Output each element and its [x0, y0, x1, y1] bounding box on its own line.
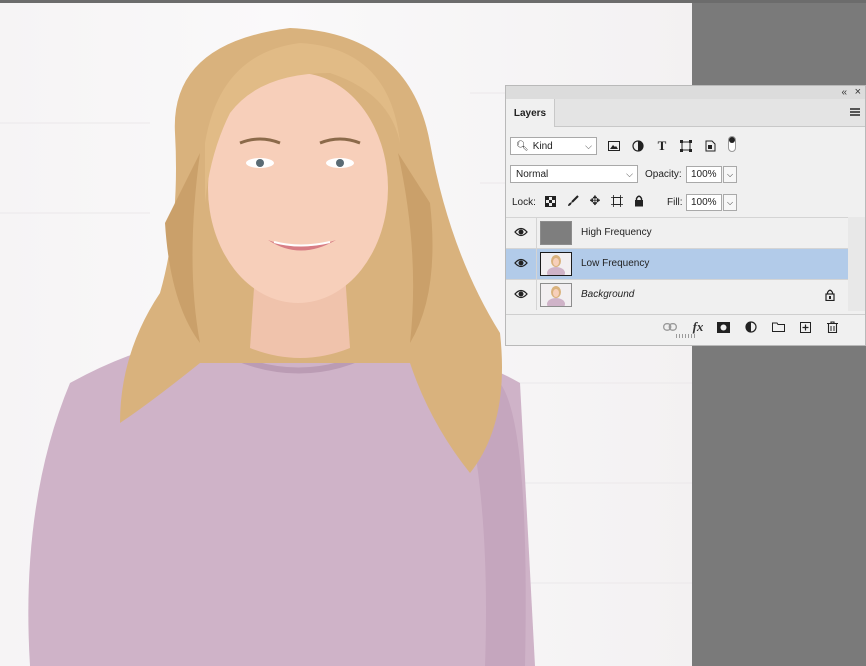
lock-icon: [825, 289, 837, 302]
panel-menu-icon[interactable]: [850, 108, 860, 116]
link-layers-icon[interactable]: [662, 319, 678, 335]
lock-all-icon[interactable]: [631, 193, 647, 209]
shape-layer-filter-icon[interactable]: [678, 138, 694, 154]
new-layer-icon[interactable]: [797, 319, 813, 335]
double-chevron-left-icon[interactable]: «: [841, 87, 847, 98]
chevron-down-icon: ⌵: [585, 141, 592, 151]
chevron-down-icon: ⌵: [726, 169, 734, 179]
layer-list-scrollbar[interactable]: [848, 217, 865, 311]
panel-title-bar[interactable]: « ×: [506, 86, 865, 99]
type-layer-filter-icon[interactable]: T: [654, 138, 670, 154]
fill-value: 100%: [691, 197, 717, 208]
lock-position-icon[interactable]: ✥: [587, 193, 603, 209]
layer-name: Low Frequency: [581, 258, 650, 269]
layer-list: High Frequency Low Frequency Background: [506, 217, 849, 311]
eye-icon[interactable]: [514, 288, 530, 302]
folder-icon[interactable]: [770, 319, 786, 335]
layers-panel: « × Layers 🔍︎ Kind ⌵ T Normal ⌵ Opacity:…: [505, 85, 866, 346]
lock-transparent-pixels-icon[interactable]: [542, 193, 558, 209]
opacity-input[interactable]: 100%: [686, 166, 722, 183]
layer-row-low-frequency[interactable]: Low Frequency: [506, 248, 849, 279]
fill-input[interactable]: 100%: [686, 194, 722, 211]
opacity-value: 100%: [691, 169, 717, 180]
tab-layers[interactable]: Layers: [506, 99, 555, 127]
lock-artboard-icon[interactable]: [609, 193, 625, 209]
layer-thumbnail: [540, 252, 572, 276]
divider: [536, 249, 537, 279]
chevron-down-icon: ⌵: [726, 197, 734, 207]
layer-thumbnail: [540, 283, 572, 307]
layer-name: Background: [581, 289, 635, 300]
eye-icon[interactable]: [514, 257, 530, 271]
smart-object-filter-icon[interactable]: [702, 138, 718, 154]
filter-toggle-icon[interactable]: [728, 136, 736, 152]
resize-grip[interactable]: [676, 334, 696, 338]
chevron-down-icon: ⌵: [626, 169, 633, 179]
fill-slider-button[interactable]: ⌵: [723, 194, 737, 211]
add-mask-icon[interactable]: [715, 319, 731, 335]
trash-icon[interactable]: [824, 319, 840, 335]
close-icon[interactable]: ×: [855, 86, 861, 98]
tab-layers-label: Layers: [513, 107, 547, 119]
opacity-label: Opacity:: [645, 169, 682, 180]
divider: [536, 218, 537, 248]
layer-row-high-frequency[interactable]: High Frequency: [506, 217, 849, 248]
layer-name: High Frequency: [581, 227, 652, 238]
panel-tab-row: Layers: [506, 99, 865, 127]
filter-kind-value: Kind: [532, 140, 553, 152]
search-icon: 🔍︎: [516, 140, 529, 152]
opacity-slider-button[interactable]: ⌵: [723, 166, 737, 183]
adjustment-layer-filter-icon[interactable]: [630, 138, 646, 154]
lock-image-pixels-icon[interactable]: [565, 193, 581, 209]
fill-label: Fill:: [667, 197, 683, 208]
divider: [536, 280, 537, 310]
blend-mode-value: Normal: [516, 168, 549, 180]
layer-row-background[interactable]: Background: [506, 279, 849, 310]
panel-footer: fx: [506, 314, 865, 339]
layer-thumbnail: [540, 221, 572, 245]
filter-kind-select[interactable]: 🔍︎ Kind ⌵: [510, 137, 597, 155]
pixel-layer-filter-icon[interactable]: [606, 138, 622, 154]
eye-icon[interactable]: [514, 226, 530, 240]
adjustment-layer-icon[interactable]: [743, 319, 759, 335]
fx-icon[interactable]: fx: [690, 319, 706, 335]
lock-label: Lock:: [512, 197, 536, 208]
blend-mode-select[interactable]: Normal ⌵: [510, 165, 638, 183]
